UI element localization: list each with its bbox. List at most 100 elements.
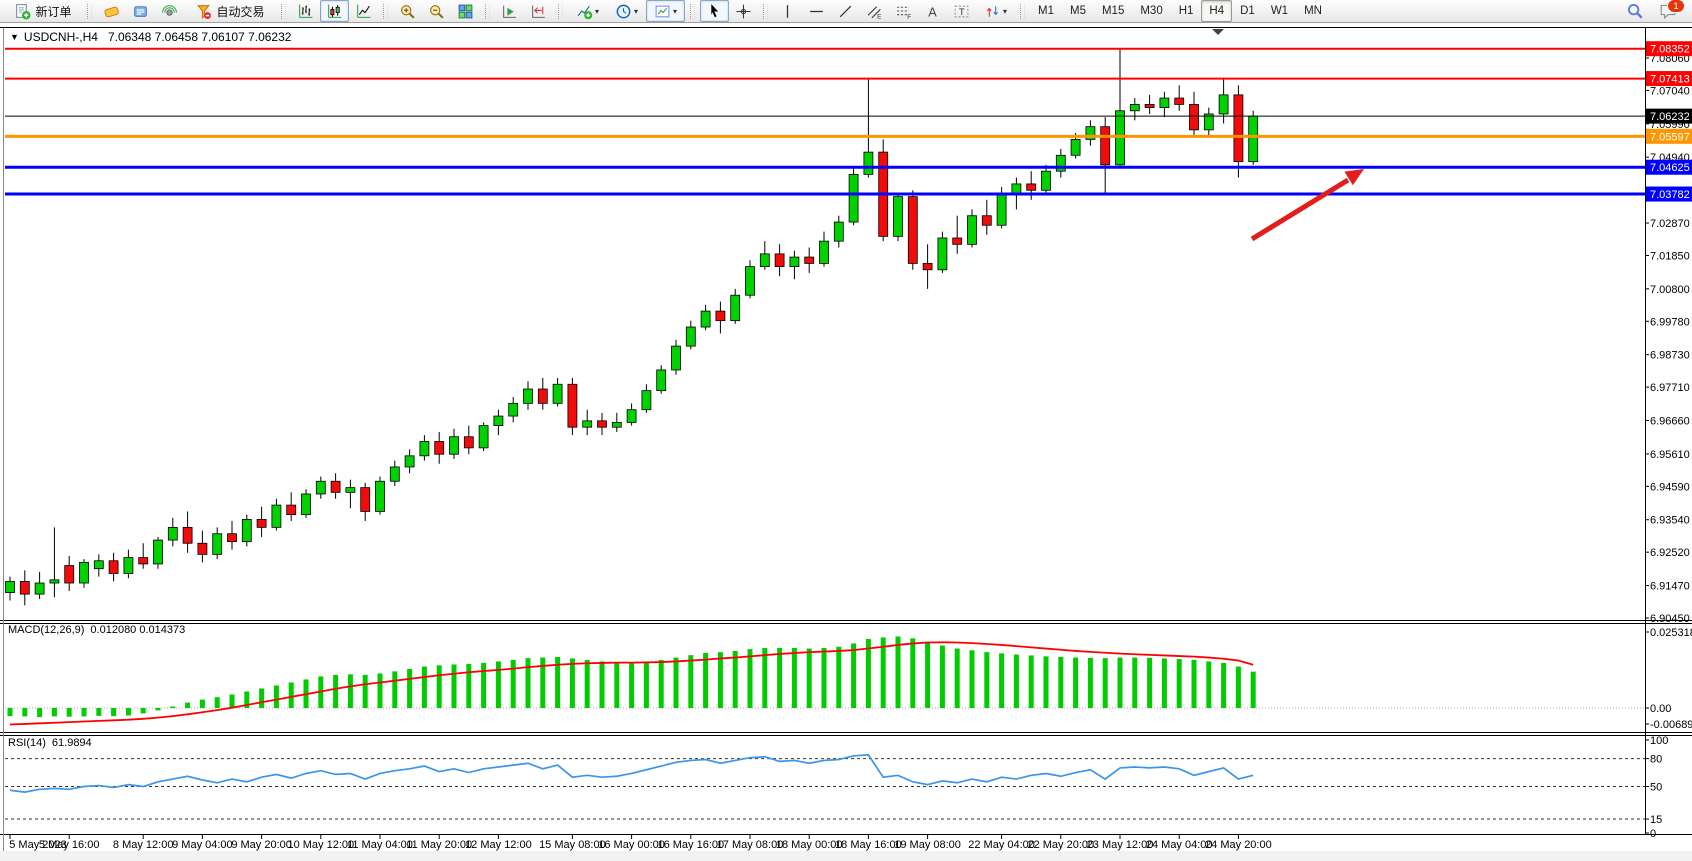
candle-bull — [701, 311, 710, 327]
chart-shift-button[interactable] — [524, 0, 553, 22]
new-order-button[interactable]: 新订单 — [4, 0, 82, 22]
toolbar-group-chart-type — [291, 0, 378, 22]
candle-bear — [287, 505, 296, 515]
time-label: 11 May 04:00 — [347, 839, 413, 851]
candle-bear — [1027, 184, 1036, 190]
toolbar-right: 1 — [1620, 0, 1682, 22]
time-label: 5 May 16:00 — [39, 839, 100, 851]
price-tick-label: 6.90450 — [1650, 613, 1690, 625]
macd-histogram-bar — [378, 673, 383, 708]
time-label: 19 May 08:00 — [894, 839, 961, 851]
timeframe-h1-button[interactable]: H1 — [1171, 0, 1202, 22]
label-tool-button[interactable]: T — [947, 0, 976, 22]
macd-histogram-bar — [1044, 656, 1049, 708]
timeframe-h4-button[interactable]: H4 — [1201, 0, 1232, 22]
text-tool-button[interactable]: A — [918, 0, 947, 22]
tile-windows-button[interactable] — [451, 0, 480, 22]
macd-histogram-bar — [1147, 658, 1152, 708]
price-tick-label: 6.97710 — [1650, 382, 1690, 394]
macd-histogram-bar — [156, 708, 161, 710]
data-window-button[interactable] — [126, 0, 155, 22]
auto-scroll-icon — [501, 3, 518, 20]
candle-bull — [420, 442, 429, 456]
macd-histogram-bar — [1177, 659, 1182, 708]
indicators-button[interactable]: ▾ — [568, 0, 607, 22]
trendline-button[interactable] — [831, 0, 860, 22]
candle-bull — [390, 467, 399, 481]
toolbar-grip — [1020, 4, 1025, 19]
time-label: 15 May 08:00 — [539, 839, 606, 851]
auto-trading-button[interactable]: 自动交易 — [184, 0, 276, 22]
zoom-out-button[interactable] — [422, 0, 451, 22]
auto-scroll-button[interactable] — [495, 0, 524, 22]
toolbar-grip — [383, 4, 388, 19]
mt4-window: 新订单 自动交易 — [0, 0, 1692, 861]
candlestick-chart-button[interactable] — [320, 0, 349, 22]
macd-histogram-bar — [511, 660, 516, 708]
time-label: 16 May 00:00 — [598, 839, 665, 851]
rsi-value: 61.9894 — [52, 737, 92, 749]
timeframe-bar: M1 M5 M15 M30 H1 H4 D1 W1 MN — [1030, 0, 1330, 22]
svg-text:F: F — [907, 13, 911, 19]
crosshair-button[interactable] — [729, 0, 758, 22]
notifications-button[interactable]: 1 — [1653, 0, 1682, 22]
candle-bull — [686, 327, 695, 346]
dropdown-caret: ▾ — [595, 7, 599, 16]
toolbar-grip — [485, 4, 490, 19]
candlestick-series — [6, 49, 1258, 606]
periods-button[interactable]: ▾ — [607, 0, 646, 22]
signal-icon — [161, 3, 178, 20]
candle-bull — [302, 494, 311, 515]
bar-chart-button[interactable] — [291, 0, 320, 22]
price-tick-label: 6.91470 — [1650, 581, 1690, 593]
candle-bull — [1130, 104, 1139, 110]
timeframe-m5-button[interactable]: M5 — [1062, 0, 1094, 22]
clock-icon — [615, 3, 632, 20]
toolbar: 新订单 自动交易 — [0, 0, 1692, 23]
macd-histogram-bar — [392, 671, 397, 708]
arrows-tool-button[interactable]: ▾ — [976, 0, 1015, 22]
timeframe-m30-button[interactable]: M30 — [1132, 0, 1170, 22]
templates-button[interactable]: ▾ — [646, 0, 685, 22]
macd-histogram-bar — [600, 661, 605, 708]
timeframe-w1-button[interactable]: W1 — [1263, 0, 1296, 22]
navigator-button[interactable] — [155, 0, 184, 22]
search-button[interactable] — [1620, 0, 1649, 22]
zoom-in-button[interactable] — [393, 0, 422, 22]
candle-bear — [1175, 98, 1184, 104]
vertical-line-button[interactable] — [773, 0, 802, 22]
macd-histogram-bar — [703, 653, 708, 708]
fibonacci-button[interactable]: F — [889, 0, 918, 22]
timeframe-mn-button[interactable]: MN — [1296, 0, 1330, 22]
rsi-pane: 1008050150 — [5, 735, 1668, 840]
timeframe-m1-button[interactable]: M1 — [1030, 0, 1062, 22]
cursor-button[interactable] — [700, 0, 729, 22]
market-watch-icon — [103, 3, 120, 20]
rsi-label: RSI(14) — [8, 737, 46, 749]
candle-bull — [790, 257, 799, 267]
line-chart-button[interactable] — [349, 0, 378, 22]
candle-bull — [50, 580, 59, 583]
candle-bull — [346, 488, 355, 493]
horizontal-line-button[interactable] — [802, 0, 831, 22]
candle-bull — [1219, 95, 1228, 114]
rsi-axis-label: 15 — [1650, 814, 1662, 826]
macd-label: MACD(12,26,9) — [8, 624, 84, 636]
candle-bull — [834, 222, 843, 241]
price-tag-label: 7.07413 — [1650, 74, 1690, 86]
channel-button[interactable]: E — [860, 0, 889, 22]
candle-bear — [908, 197, 917, 264]
chart-canvas[interactable]: 7.080607.070407.059907.049407.028707.018… — [0, 0, 1692, 861]
macd-histogram-bar — [822, 648, 827, 708]
new-order-label: 新订单 — [35, 3, 71, 20]
time-axis[interactable]: 5 May 20235 May 16:008 May 12:009 May 04… — [9, 835, 1271, 852]
chart-symbol: USDCNH-,H4 — [24, 30, 98, 44]
collapse-arrow-icon[interactable]: ▼ — [10, 32, 19, 42]
timeframe-m15-button[interactable]: M15 — [1094, 0, 1132, 22]
trend-arrow[interactable] — [1252, 169, 1364, 239]
timeframe-d1-button[interactable]: D1 — [1232, 0, 1263, 22]
market-watch-button[interactable] — [97, 0, 126, 22]
chart-shift-marker[interactable] — [1212, 29, 1224, 35]
candle-bear — [109, 561, 118, 574]
trend-arrow-shaft[interactable] — [1252, 180, 1348, 239]
